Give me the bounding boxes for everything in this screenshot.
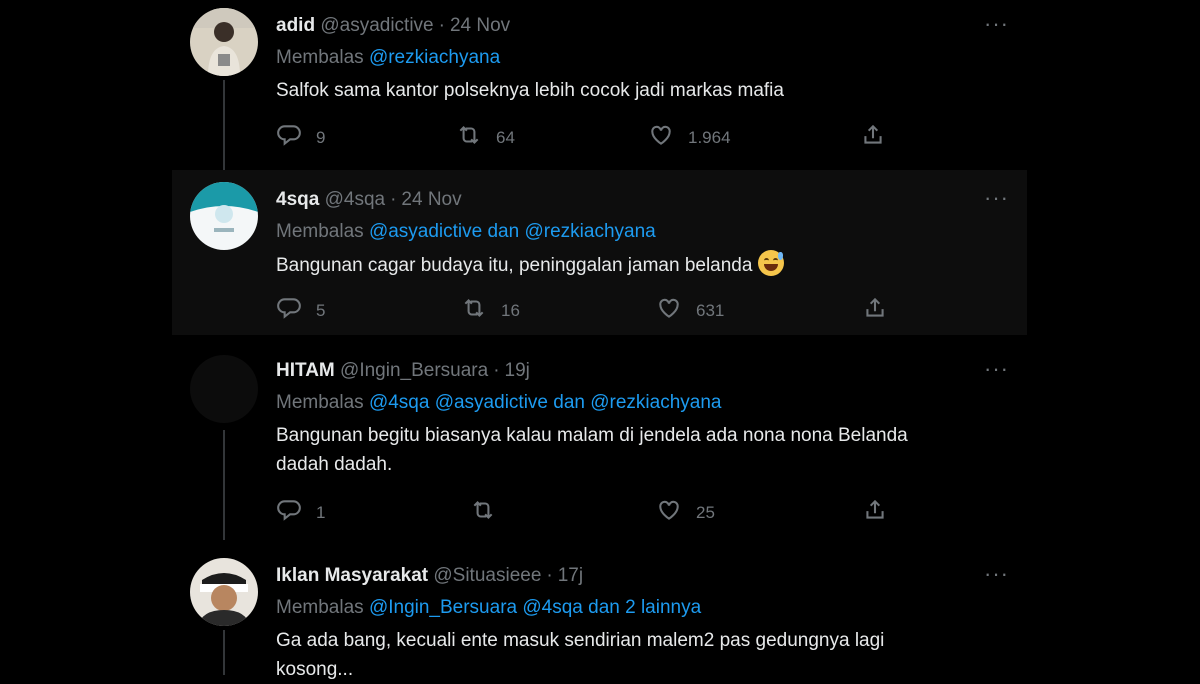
timestamp[interactable]: 24 Nov: [450, 15, 510, 36]
user-handle[interactable]: @4sqa: [325, 189, 386, 210]
like-button[interactable]: 1.964: [648, 122, 731, 148]
like-button[interactable]: 25: [656, 497, 715, 523]
retweet-icon: [459, 125, 479, 145]
display-name[interactable]: adid: [276, 15, 315, 36]
heart-icon: [659, 298, 679, 318]
tweet-text: Ga ada bang, kecuali ente masuk sendiria…: [276, 630, 885, 680]
display-name[interactable]: Iklan Masyarakat: [276, 565, 428, 586]
share-button[interactable]: [860, 122, 886, 148]
share-icon: [866, 297, 884, 317]
reply-icon: [277, 298, 301, 319]
reply-count: 5: [316, 301, 326, 320]
reply-button[interactable]: 9: [276, 122, 325, 148]
tweet-actions: 5 16 631: [276, 295, 896, 321]
replying-to: Membalas @Ingin_Bersuara @4sqa dan 2 lai…: [276, 595, 1007, 621]
avatar[interactable]: [190, 355, 258, 423]
heart-icon: [651, 125, 671, 145]
retweet-count: 64: [496, 128, 515, 147]
more-options-icon[interactable]: ···: [984, 563, 1009, 585]
more-options-icon[interactable]: ···: [984, 13, 1009, 35]
timestamp[interactable]: 24 Nov: [401, 189, 461, 210]
mention-link[interactable]: @4sqa @asyadictive dan @rezkiachyana: [369, 392, 722, 413]
tweet-header: 4sqa @4sqa · 24 Nov: [276, 189, 462, 210]
reply-count: 9: [316, 128, 326, 147]
reply-count: 1: [316, 503, 326, 522]
retweet-button[interactable]: 16: [461, 295, 520, 321]
like-count: 631: [696, 301, 725, 320]
mention-link[interactable]: @asyadictive dan @rezkiachyana: [369, 221, 656, 242]
more-options-icon[interactable]: ···: [984, 187, 1009, 209]
avatar-photo-icon: [190, 558, 258, 626]
display-name[interactable]: 4sqa: [276, 189, 319, 210]
display-name[interactable]: HITAM: [276, 360, 335, 381]
like-button[interactable]: 631: [656, 295, 724, 321]
user-handle[interactable]: @Ingin_Bersuara: [340, 360, 488, 381]
tweet-actions: 1 25: [276, 497, 896, 523]
tweet-text: Salfok sama kantor polseknya lebih cocok…: [276, 80, 784, 101]
tweet-actions: 9 64 1.964: [276, 122, 896, 148]
avatar[interactable]: [190, 182, 258, 250]
replying-label: Membalas: [276, 597, 364, 618]
tweet-text: Bangunan begitu biasanya kalau malam di …: [276, 425, 908, 475]
reply-icon: [277, 500, 301, 521]
tweet-header: adid @asyadictive · 24 Nov: [276, 15, 511, 36]
like-count: 25: [696, 503, 715, 522]
avatar-logo-icon: [190, 182, 258, 250]
replying-label: Membalas: [276, 221, 364, 242]
mention-link[interactable]: @Ingin_Bersuara @4sqa dan 2 lainnya: [369, 597, 701, 618]
replying-to: Membalas @rezkiachyana: [276, 45, 1007, 71]
reply-timeline: adid @asyadictive · 24 Nov Membalas @rezki…: [172, 0, 1027, 680]
retweet-icon: [473, 500, 493, 520]
timestamp[interactable]: 19j: [505, 360, 530, 381]
retweet-icon: [464, 298, 484, 318]
retweet-button[interactable]: 64: [456, 122, 515, 148]
heart-icon: [659, 500, 679, 520]
user-handle[interactable]: @Situasieee: [433, 565, 541, 586]
replying-to: Membalas @4sqa @asyadictive dan @rezkiac…: [276, 390, 1007, 416]
reply-button[interactable]: 5: [276, 295, 325, 321]
mention-link[interactable]: @rezkiachyana: [369, 47, 500, 68]
retweet-button[interactable]: [470, 497, 510, 523]
share-icon: [866, 499, 884, 519]
reply-button[interactable]: 1: [276, 497, 325, 523]
like-count: 1.964: [688, 128, 731, 147]
tweet-text: Bangunan cagar budaya itu, peninggalan j…: [276, 250, 1007, 280]
timestamp[interactable]: 17j: [558, 565, 583, 586]
avatar[interactable]: [190, 558, 258, 626]
tweet-iklan-masyarakat[interactable]: Iklan Masyarakat @Situasieee · 17j Membala…: [172, 540, 1027, 680]
more-options-icon[interactable]: ···: [984, 358, 1009, 380]
replying-label: Membalas: [276, 392, 364, 413]
avatar-photo-icon: [190, 8, 258, 76]
replying-to: Membalas @asyadictive dan @rezkiachyana: [276, 219, 1007, 245]
share-icon: [864, 124, 882, 144]
retweet-count: 16: [501, 301, 520, 320]
grinning-sweat-emoji-icon: [757, 250, 784, 276]
tweet-header: Iklan Masyarakat @Situasieee · 17j: [276, 565, 584, 586]
share-button[interactable]: [862, 295, 888, 321]
share-button[interactable]: [862, 497, 888, 523]
reply-icon: [277, 125, 301, 146]
user-handle[interactable]: @asyadictive: [320, 15, 433, 36]
tweet-header: HITAM @Ingin_Bersuara · 19j: [276, 360, 530, 381]
avatar[interactable]: [190, 8, 258, 76]
replying-label: Membalas: [276, 47, 364, 68]
